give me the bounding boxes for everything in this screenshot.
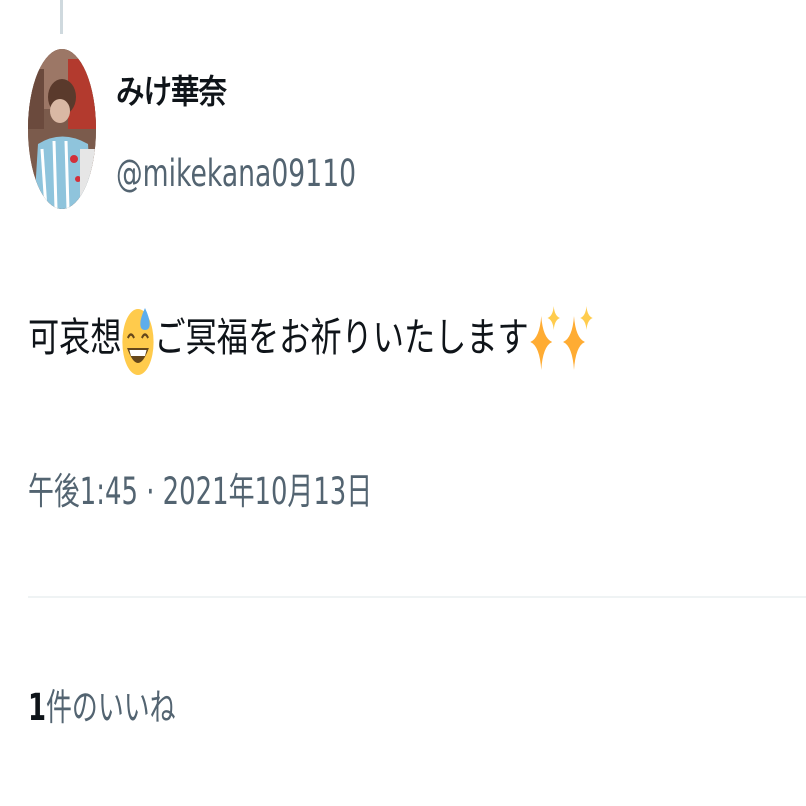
sparkles-icon [562,298,595,378]
likes-label: 件のいいね [46,686,176,729]
tweet-text: 可哀想 ご冥福をお祈りいたします [28,298,594,378]
tweet-text-part-2: ご冥福をお祈りいたします [154,315,529,361]
sparkles-icon [529,298,562,378]
divider [28,596,806,598]
avatar[interactable] [28,49,96,209]
author-handle[interactable]: @mikekana09110 [116,150,356,198]
thread-connector-line [60,0,63,34]
likes-link[interactable]: 1件のいいね [28,682,176,734]
likes-count: 1 [28,686,47,729]
avatar-photo [28,49,96,209]
author-display-name[interactable]: みけ華奈 [116,70,227,114]
tweet-text-part-1: 可哀想 [28,315,122,361]
grinning-face-with-sweat-icon [122,298,155,378]
tweet-timestamp[interactable]: 午後1:45 · 2021年10月13日 [28,466,372,518]
